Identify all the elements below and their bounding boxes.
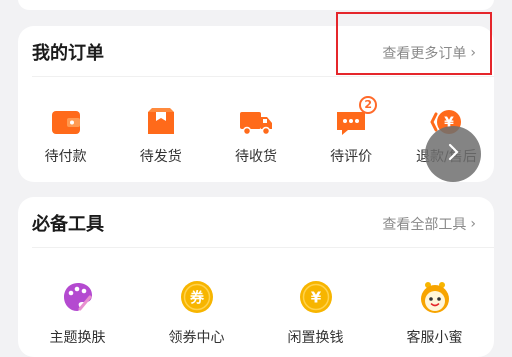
chevron-right-icon	[443, 142, 463, 166]
tools-row: 主题换肤 券 领券中心 ¥ 闲置换钱 客服小蜜	[18, 279, 494, 347]
comment-icon: 2	[333, 96, 378, 140]
tool-item-idle-money[interactable]: ¥ 闲置换钱	[256, 279, 375, 347]
tool-item-label: 客服小蜜	[406, 330, 463, 346]
view-all-tools-link[interactable]: 查看全部工具 ›	[382, 214, 476, 234]
service-bee-icon	[417, 279, 453, 315]
view-all-tools-label: 查看全部工具	[382, 217, 467, 233]
coupon-icon: 券	[179, 279, 215, 315]
yuan-coin-icon: ¥	[298, 279, 334, 315]
wallet-icon	[48, 104, 84, 140]
order-item-label: 待评价	[330, 149, 373, 165]
essential-tools-header: 必备工具 查看全部工具 ›	[18, 197, 494, 247]
truck-icon	[238, 104, 274, 140]
previous-card-edge	[18, 0, 494, 10]
tool-item-theme[interactable]: 主题换肤	[18, 279, 137, 347]
essential-tools-card: 必备工具 查看全部工具 › 主题换肤 券 领券中心 ¥ 闲置换钱 客服小蜜	[18, 197, 494, 357]
order-status-row: 待付款 待发货 待收货 2 待评价 ¥	[18, 96, 494, 166]
order-item-pending-receipt[interactable]: 待收货	[208, 104, 303, 166]
divider	[32, 247, 494, 248]
order-item-label: 待发货	[139, 149, 182, 165]
tool-item-label: 主题换肤	[49, 330, 106, 346]
floating-arrow-button[interactable]	[425, 126, 481, 182]
order-item-pending-payment[interactable]: 待付款	[18, 104, 113, 166]
yuan-coin-glyph: ¥	[310, 289, 321, 307]
review-count-badge: 2	[359, 96, 378, 114]
order-item-pending-shipment[interactable]: 待发货	[113, 104, 208, 166]
divider	[32, 76, 494, 77]
my-orders-title: 我的订单	[32, 43, 104, 64]
tool-item-coupon[interactable]: 券 领券中心	[137, 279, 256, 347]
tool-item-label: 闲置换钱	[287, 330, 344, 346]
chevron-right-icon: ›	[470, 216, 476, 232]
tool-item-customer-service[interactable]: 客服小蜜	[375, 279, 494, 347]
coupon-icon-glyph: 券	[190, 290, 205, 307]
package-icon	[143, 104, 179, 140]
order-item-label: 待付款	[44, 149, 87, 165]
tool-item-label: 领券中心	[168, 330, 225, 346]
palette-icon	[60, 279, 96, 315]
order-item-pending-review[interactable]: 2 待评价	[304, 96, 399, 166]
highlight-box	[336, 12, 492, 75]
order-item-label: 待收货	[234, 149, 277, 165]
essential-tools-title: 必备工具	[32, 214, 104, 235]
